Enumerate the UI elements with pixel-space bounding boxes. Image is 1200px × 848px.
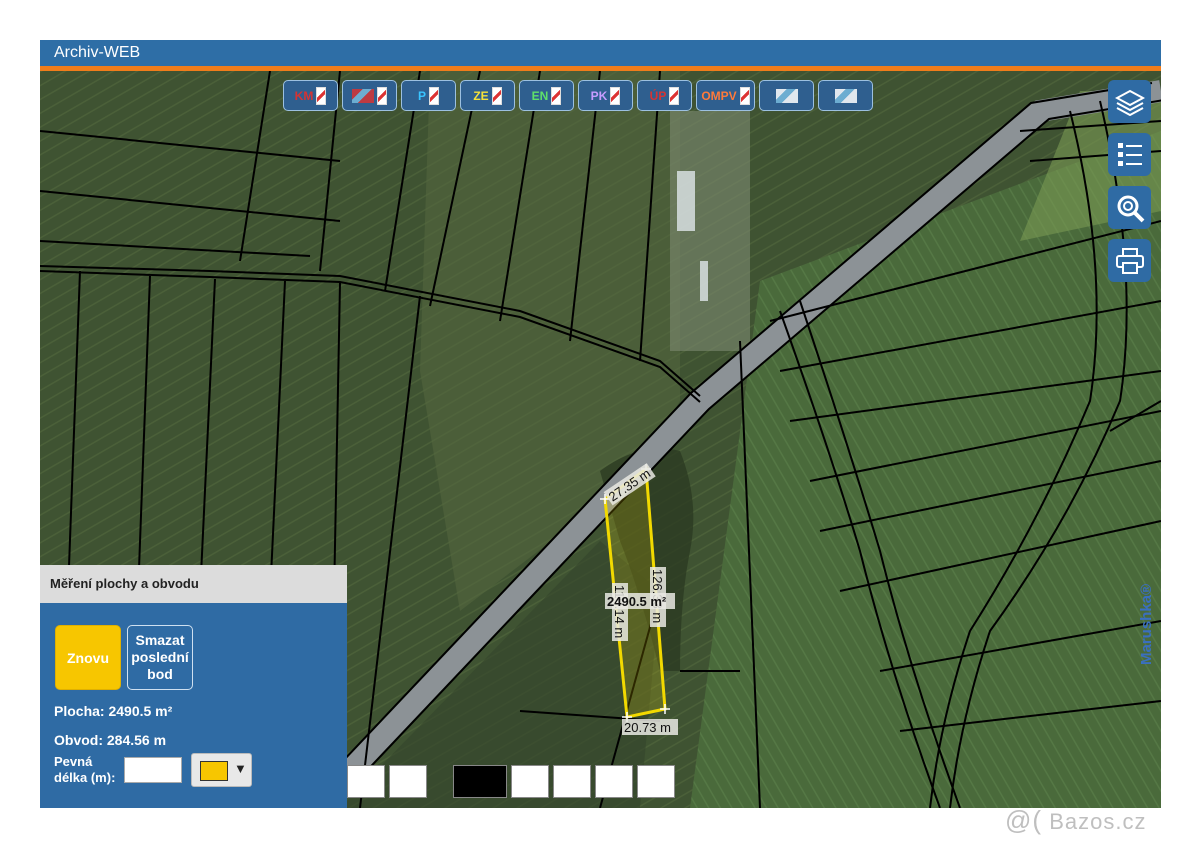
marushka-brand: Marushka® (1138, 583, 1155, 665)
ompv-icon: OMPV (701, 88, 737, 103)
fixed-length-label: Pevná délka (m): (54, 754, 134, 786)
layer-toggle-icon (739, 86, 750, 105)
layer-button-3[interactable]: ZE (460, 80, 515, 111)
right-toolbar (1108, 80, 1151, 282)
layer-button-5[interactable]: PK (578, 80, 633, 111)
watermark-symbol: @( (1005, 805, 1043, 835)
orthophoto-icon (775, 88, 798, 103)
svg-text:110.14 m: 110.14 m (612, 585, 627, 638)
measure-panel: Znovu Smazat poslední bod Plocha: 2490.5… (40, 603, 347, 808)
parcel-icon: P (417, 88, 426, 103)
delete-last-point-label: Smazat poslední bod (131, 632, 189, 683)
fixed-length-input[interactable] (124, 757, 182, 783)
pk-icon: PK (590, 88, 608, 103)
line-color-swatch[interactable] (637, 765, 675, 798)
points-icon (352, 88, 374, 103)
layer-button-6[interactable]: ÚP (637, 80, 692, 111)
label-line: bod (147, 666, 173, 682)
layer-toggle-icon (429, 86, 439, 105)
layers-icon (1114, 89, 1145, 116)
delete-last-point-button[interactable]: Smazat poslední bod (127, 625, 193, 690)
line-color-swatches (347, 765, 679, 798)
title-accent-bar (40, 66, 1161, 71)
line-color-swatch[interactable] (553, 765, 591, 798)
hybrid-map-icon (834, 88, 857, 103)
layer-toggle-icon (551, 86, 562, 105)
chevron-down-icon: ▼ (234, 761, 247, 776)
layer-toggle-icon (669, 86, 680, 105)
line-color-select[interactable]: ▼ (191, 753, 252, 787)
layer-button-2[interactable]: P (401, 80, 456, 111)
print-icon (1115, 247, 1144, 274)
side-label-bottom: 20.73 m (622, 719, 678, 735)
zoom-search-icon (1117, 195, 1144, 222)
line-color-swatch[interactable] (389, 765, 427, 798)
side-label-left: 110.14 m (612, 583, 628, 641)
area-label: 2490.5 m² (605, 593, 675, 609)
label-line: délka (m): (54, 770, 116, 785)
line-color-swatch[interactable] (511, 765, 549, 798)
area-readout: Plocha: 2490.5 m² (54, 703, 173, 719)
layer-button-4[interactable]: EN (519, 80, 574, 111)
layer-button-0[interactable]: KM (283, 80, 338, 111)
svg-text:20.73 m: 20.73 m (624, 720, 671, 735)
again-button[interactable]: Znovu (55, 625, 121, 690)
ze-icon: ZE (473, 88, 489, 103)
selected-color-swatch (200, 761, 228, 781)
layer-toggle-icon (377, 86, 387, 105)
up-icon: ÚP (649, 88, 667, 103)
en-icon: EN (531, 88, 549, 103)
layer-button-8[interactable] (759, 80, 814, 111)
map-layer-toolbar: KM P ZE EN PK ÚP OMPV (283, 80, 873, 111)
layers-button[interactable] (1108, 80, 1151, 123)
watermark-text: Bazos.cz (1049, 809, 1147, 834)
farm-building (677, 171, 695, 231)
label-line: poslední (131, 649, 189, 665)
print-button[interactable] (1108, 239, 1151, 282)
search-button[interactable] (1108, 186, 1151, 229)
svg-text:2490.5 m²: 2490.5 m² (607, 594, 667, 609)
cadastral-map-icon: KM (294, 88, 314, 103)
line-color-swatch[interactable] (453, 765, 507, 798)
legend-list-icon (1117, 142, 1142, 166)
line-color-swatch[interactable] (595, 765, 633, 798)
layer-button-1[interactable] (342, 80, 397, 111)
label-line: Pevná (54, 754, 93, 769)
layer-toggle-icon (316, 86, 327, 105)
bazos-watermark: @( Bazos.cz (1005, 805, 1146, 836)
app-window: Archiv-WEB 27.35 m 110.14 m 20.73 m 2490… (40, 40, 1161, 808)
layer-toggle-icon (610, 86, 621, 105)
legend-button[interactable] (1108, 133, 1151, 176)
layer-button-9[interactable] (818, 80, 873, 111)
measure-panel-title: Měření plochy a obvodu (40, 565, 347, 603)
layer-button-7[interactable]: OMPV (696, 80, 755, 111)
line-color-swatch[interactable] (347, 765, 385, 798)
farm-building (700, 261, 708, 301)
perimeter-readout: Obvod: 284.56 m (54, 732, 167, 748)
layer-toggle-icon (491, 86, 502, 105)
window-title: Archiv-WEB (40, 40, 1161, 66)
label-line: Smazat (135, 632, 185, 648)
